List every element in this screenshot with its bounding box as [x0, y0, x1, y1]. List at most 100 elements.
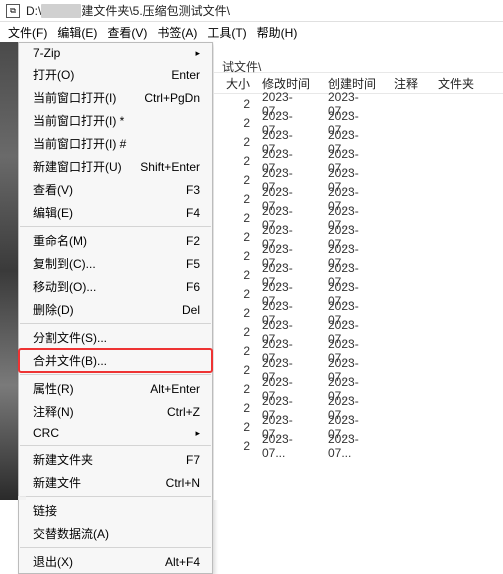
menu-item[interactable]: 当前窗口打开(I) * [19, 109, 212, 132]
menu-item[interactable]: 查看(V) F3 [19, 178, 212, 201]
menu-item[interactable]: 注释(N) Ctrl+Z [19, 400, 212, 423]
cell-created: 2023-07... [322, 432, 388, 460]
menu-item-label: CRC [33, 426, 59, 440]
menu-separator [20, 547, 211, 548]
menu-separator [20, 445, 211, 446]
cell-size: 2 [214, 420, 256, 434]
menu-item-shortcut: Ctrl+Z [167, 405, 200, 419]
menu-bookmark[interactable]: 书签(A) [153, 22, 201, 43]
menu-item[interactable]: 复制到(C)... F5 [19, 252, 212, 275]
cell-size: 2 [214, 287, 256, 301]
menu-item-label: 属性(R) [33, 380, 74, 397]
menu-item[interactable]: 交替数据流(A) [19, 522, 212, 545]
menu-item-label: 链接 [33, 502, 57, 519]
menu-item-shortcut: F2 [186, 234, 200, 248]
menu-item[interactable]: 当前窗口打开(I) Ctrl+PgDn [19, 86, 212, 109]
menu-item[interactable]: 退出(X) Alt+F4 [19, 550, 212, 573]
menu-item[interactable]: 编辑(E)F4 [19, 201, 212, 224]
col-size[interactable]: 大小 [214, 75, 256, 92]
cell-size: 2 [214, 154, 256, 168]
menu-tools[interactable]: 工具(T) [203, 22, 250, 43]
menu-item[interactable]: 新建文件夹 F7 [19, 448, 212, 471]
menu-item-label: 移动到(O)... [33, 278, 96, 295]
menu-file[interactable]: 文件(F) [4, 22, 51, 43]
cell-size: 2 [214, 249, 256, 263]
menu-item[interactable]: 合并文件(B)... [19, 349, 212, 372]
menu-item[interactable]: 分割文件(S)... [19, 326, 212, 349]
address-text: 试文件\ [222, 58, 261, 75]
menu-item-label: 编辑(E) [33, 204, 73, 221]
menu-item-shortcut: F3 [186, 183, 200, 197]
menu-item[interactable]: 属性(R) Alt+Enter [19, 377, 212, 400]
menu-item[interactable]: 新建窗口打开(U) Shift+Enter [19, 155, 212, 178]
cell-size: 2 [214, 325, 256, 339]
col-folder[interactable]: 文件夹 [432, 75, 503, 92]
menu-item-label: 7-Zip [33, 46, 60, 60]
menu-item[interactable]: 链接 [19, 499, 212, 522]
menu-item[interactable]: 当前窗口打开(I) # [19, 132, 212, 155]
file-area: 试文件\ 大小 修改时间 创建时间 注释 文件夹 22023-07...2023… [214, 42, 503, 500]
menu-item-label: 重命名(M) [33, 232, 87, 249]
cell-size: 2 [214, 192, 256, 206]
menu-item-shortcut: F5 [186, 257, 200, 271]
menu-item-shortcut: Ctrl+N [166, 476, 200, 490]
title-blur: xx [41, 4, 81, 18]
menu-item[interactable]: 删除(D) Del [19, 298, 212, 321]
menu-help[interactable]: 帮助(H) [253, 22, 302, 43]
menu-item-label: 复制到(C)... [33, 255, 96, 272]
menu-item-label: 打开(O) [33, 66, 74, 83]
menu-item[interactable]: 新建文件 Ctrl+N [19, 471, 212, 494]
cell-size: 2 [214, 116, 256, 130]
menu-item-label: 注释(N) [33, 403, 74, 420]
title-prefix: D:\ [26, 4, 41, 18]
menu-item-label: 合并文件(B)... [33, 352, 107, 369]
file-menu-dropdown: 7-Zip打开(O)Enter当前窗口打开(I)Ctrl+PgDn当前窗口打开(… [18, 42, 213, 574]
cell-size: 2 [214, 363, 256, 377]
address-row: 试文件\ [214, 42, 503, 72]
cell-size: 2 [214, 230, 256, 244]
menu-separator [20, 323, 211, 324]
menu-item[interactable]: 打开(O)Enter [19, 63, 212, 86]
col-note[interactable]: 注释 [388, 75, 432, 92]
cell-size: 2 [214, 382, 256, 396]
menu-item-label: 退出(X) [33, 553, 73, 570]
menu-item-label: 查看(V) [33, 181, 73, 198]
menu-item-shortcut: Shift+Enter [140, 160, 200, 174]
cell-size: 2 [214, 97, 256, 111]
menu-item[interactable]: CRC [19, 423, 212, 443]
menu-separator [20, 496, 211, 497]
menu-separator [20, 226, 211, 227]
menu-item-shortcut: Ctrl+PgDn [144, 91, 200, 105]
menu-item-label: 当前窗口打开(I) * [33, 112, 124, 129]
menu-edit[interactable]: 编辑(E) [53, 22, 101, 43]
footer-path [18, 496, 26, 500]
menu-item-shortcut: Alt+F4 [165, 555, 200, 569]
menu-item-label: 新建文件夹 [33, 451, 93, 468]
menu-item-shortcut: Alt+Enter [150, 382, 200, 396]
menu-separator [20, 374, 211, 375]
menu-item-label: 当前窗口打开(I) [33, 89, 116, 106]
menu-item[interactable]: 移动到(O)... F6 [19, 275, 212, 298]
menu-item-shortcut: F7 [186, 453, 200, 467]
content: 7-Zip打开(O)Enter当前窗口打开(I)Ctrl+PgDn当前窗口打开(… [0, 42, 503, 500]
menu-item-label: 当前窗口打开(I) # [33, 135, 126, 152]
cell-size: 2 [214, 439, 256, 453]
menu-item-label: 新建窗口打开(U) [33, 158, 122, 175]
cell-size: 2 [214, 306, 256, 320]
cell-modified: 2023-07... [256, 432, 322, 460]
menu-item-shortcut: F6 [186, 280, 200, 294]
cell-size: 2 [214, 135, 256, 149]
cell-size: 2 [214, 401, 256, 415]
menu-item[interactable]: 重命名(M) F2 [19, 229, 212, 252]
menu-item-shortcut: Del [182, 303, 200, 317]
menu-view[interactable]: 查看(V) [103, 22, 151, 43]
cell-size: 2 [214, 268, 256, 282]
table-row[interactable]: 22023-07...2023-07... [214, 436, 503, 455]
title-path: D:\xx建文件夹\5.压缩包测试文件\ [26, 2, 230, 19]
cell-size: 2 [214, 173, 256, 187]
app-icon: ⧉ [6, 4, 20, 18]
title-suffix: 建文件夹\5.压缩包测试文件\ [81, 4, 230, 18]
menu-item-label: 删除(D) [33, 301, 74, 318]
menu-item[interactable]: 7-Zip [19, 43, 212, 63]
menu-item-label: 新建文件 [33, 474, 81, 491]
